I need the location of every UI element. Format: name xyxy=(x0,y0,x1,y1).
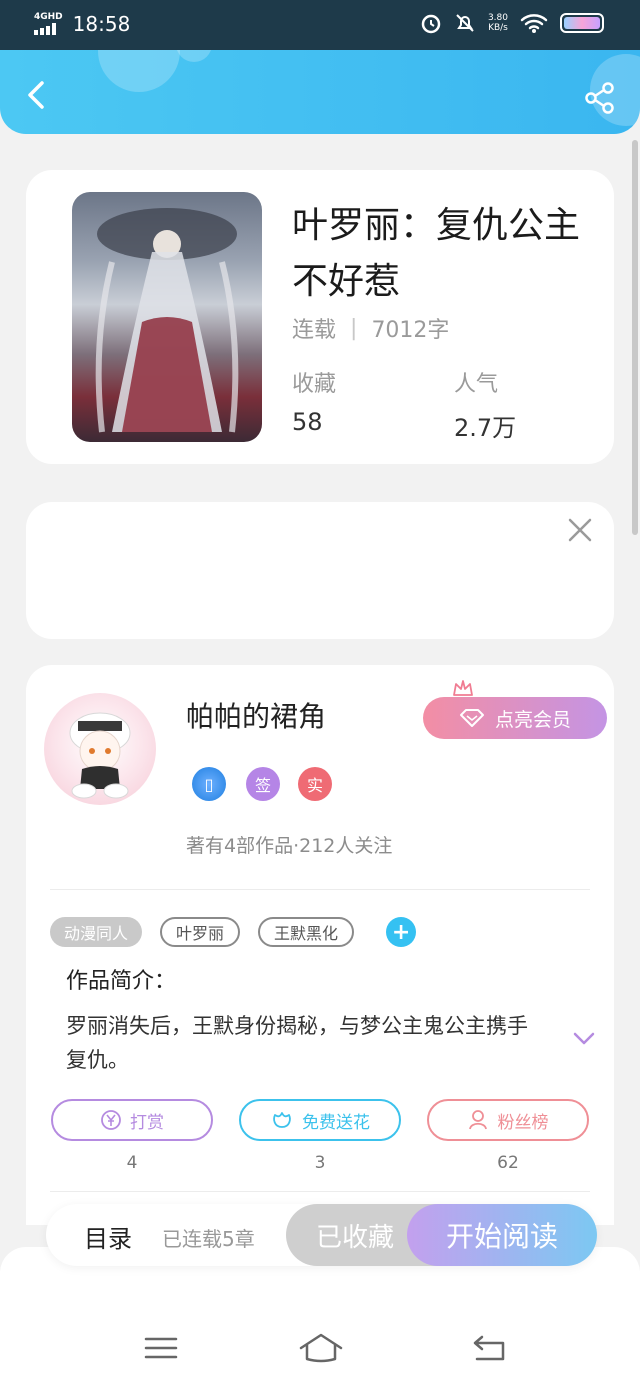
book-meta: 连载 | 7012字 xyxy=(292,312,449,344)
popularity-count: 2.7万 xyxy=(454,414,517,442)
crown-icon xyxy=(453,680,473,696)
fan-count: 62 xyxy=(497,1153,519,1173)
chevron-down-icon[interactable] xyxy=(572,1031,596,1047)
intro-title: 作品简介： xyxy=(66,969,177,994)
home-icon[interactable] xyxy=(298,1331,344,1365)
tag-list: 动漫同人 叶罗丽 王默黑化 + xyxy=(50,917,417,947)
catalog-button[interactable]: 目录 xyxy=(84,1219,132,1254)
app-header xyxy=(0,50,640,134)
phone-verified-badge[interactable]: ▯ xyxy=(192,767,226,801)
share-icon[interactable] xyxy=(584,82,616,114)
author-card: 帕帕的裙角 点亮会员 ▯ 签 实 著有4部作品·212人关注 动漫同人 叶罗丽 … xyxy=(26,665,614,1225)
tip-label: 打赏 xyxy=(130,1112,164,1133)
book-title: 叶罗丽：复仇公主不好惹 xyxy=(292,205,581,302)
signal-icon: 4GHD xyxy=(34,13,63,35)
back-nav-icon[interactable] xyxy=(469,1331,509,1365)
book-cover-image[interactable] xyxy=(72,192,262,442)
favorites-label: 收藏 xyxy=(292,372,337,397)
chevron-left-icon[interactable] xyxy=(22,80,52,110)
real-name-badge[interactable]: 实 xyxy=(298,767,332,801)
wifi-icon xyxy=(520,14,548,33)
vip-button[interactable]: 点亮会员 xyxy=(423,697,607,739)
meta-divider: | xyxy=(350,315,358,341)
alarm-icon xyxy=(421,14,441,34)
tag-item[interactable]: 王默黑化 xyxy=(258,917,355,947)
start-reading-button[interactable]: 开始阅读 xyxy=(407,1204,597,1266)
author-stats: 著有4部作品·212人关注 xyxy=(186,835,393,857)
tag-item[interactable]: 叶罗丽 xyxy=(160,917,241,947)
network-type: 4GHD xyxy=(34,12,63,22)
tip-button[interactable]: 打赏 xyxy=(51,1099,213,1141)
divider xyxy=(50,889,590,890)
tip-count: 4 xyxy=(126,1153,138,1173)
flower-count: 3 xyxy=(314,1153,326,1173)
chapter-count: 已连载5章 xyxy=(162,1227,255,1251)
ad-banner xyxy=(26,502,614,639)
tag-category[interactable]: 动漫同人 xyxy=(50,917,143,947)
add-tag-button[interactable]: + xyxy=(386,917,417,947)
word-count: 7012字 xyxy=(371,318,450,343)
mute-icon xyxy=(456,14,474,32)
intro-text: 罗丽消失后，王默身份揭秘，与梦公主鬼公主携手复仇。 xyxy=(66,1014,528,1072)
signed-badge[interactable]: 签 xyxy=(246,767,280,801)
send-flower-button[interactable]: 免费送花 xyxy=(239,1099,401,1141)
status-bar: 4GHD 18:58 3.80 KB/s xyxy=(0,0,640,50)
fan-ranking-label: 粉丝榜 xyxy=(497,1112,549,1133)
author-name[interactable]: 帕帕的裙角 xyxy=(186,695,326,735)
divider xyxy=(50,1191,590,1192)
yen-icon xyxy=(101,1110,121,1130)
menu-icon[interactable] xyxy=(141,1331,181,1365)
user-icon xyxy=(468,1110,487,1130)
diamond-icon xyxy=(459,709,484,727)
fan-ranking-button[interactable]: 粉丝榜 xyxy=(427,1099,589,1141)
popularity-label: 人气 xyxy=(454,372,499,397)
book-info-card: 叶罗丽：复仇公主不好惹 连载 | 7012字 收藏 58 人气 2.7万 xyxy=(26,170,614,464)
bottom-action-bar: 目录 已连载5章 已收藏 开始阅读 xyxy=(46,1204,597,1266)
vip-label: 点亮会员 xyxy=(494,708,571,731)
battery-icon xyxy=(560,13,604,33)
clock: 18:58 xyxy=(72,12,131,36)
serial-status: 连载 xyxy=(292,318,337,343)
flower-icon xyxy=(273,1112,291,1128)
system-navigation-bar xyxy=(0,1247,640,1387)
scrollbar[interactable] xyxy=(632,140,638,535)
favorites-count: 58 xyxy=(292,408,323,436)
avatar[interactable] xyxy=(44,693,156,805)
close-icon[interactable] xyxy=(566,516,594,544)
network-speed: 3.80 KB/s xyxy=(487,13,508,33)
send-flower-label: 免费送花 xyxy=(302,1112,370,1133)
